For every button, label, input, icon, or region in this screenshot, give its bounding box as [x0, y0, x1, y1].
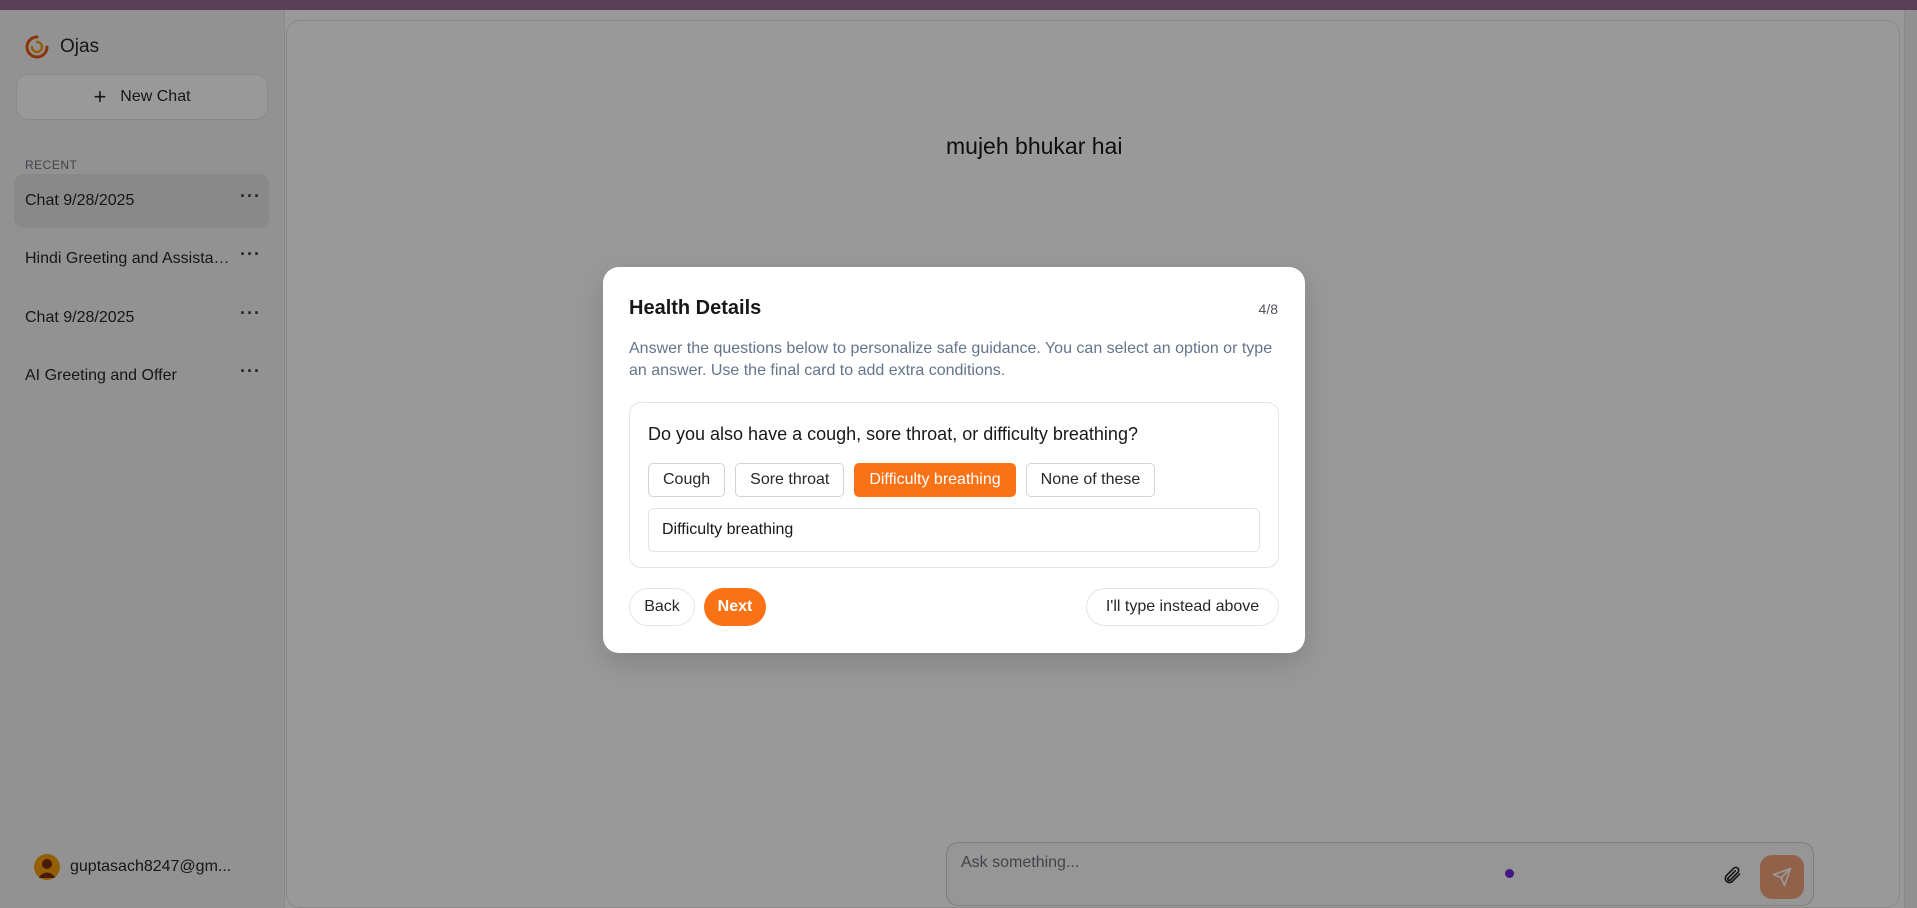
question-card: Do you also have a cough, sore throat, o…: [629, 402, 1279, 568]
question-text: Do you also have a cough, sore throat, o…: [648, 424, 1138, 444]
back-button[interactable]: Back: [629, 588, 695, 626]
option-sore-throat[interactable]: Sore throat: [735, 463, 845, 497]
option-none[interactable]: None of these: [1025, 463, 1156, 497]
step-counter: 4/8: [1258, 301, 1278, 317]
option-group: Cough Sore throat Difficulty breathing N…: [648, 463, 1156, 497]
health-details-modal: Health Details 4/8 Answer the questions …: [603, 267, 1305, 653]
next-button[interactable]: Next: [704, 588, 766, 626]
option-cough[interactable]: Cough: [648, 463, 726, 497]
option-difficulty-breathing[interactable]: Difficulty breathing: [854, 463, 1016, 497]
modal-title: Health Details: [629, 297, 762, 319]
type-instead-button[interactable]: I'll type instead above: [1086, 588, 1279, 626]
modal-description: Answer the questions below to personaliz…: [629, 340, 1273, 379]
answer-input[interactable]: Difficulty breathing: [648, 508, 1260, 552]
window-top-bar: [0, 0, 1917, 10]
